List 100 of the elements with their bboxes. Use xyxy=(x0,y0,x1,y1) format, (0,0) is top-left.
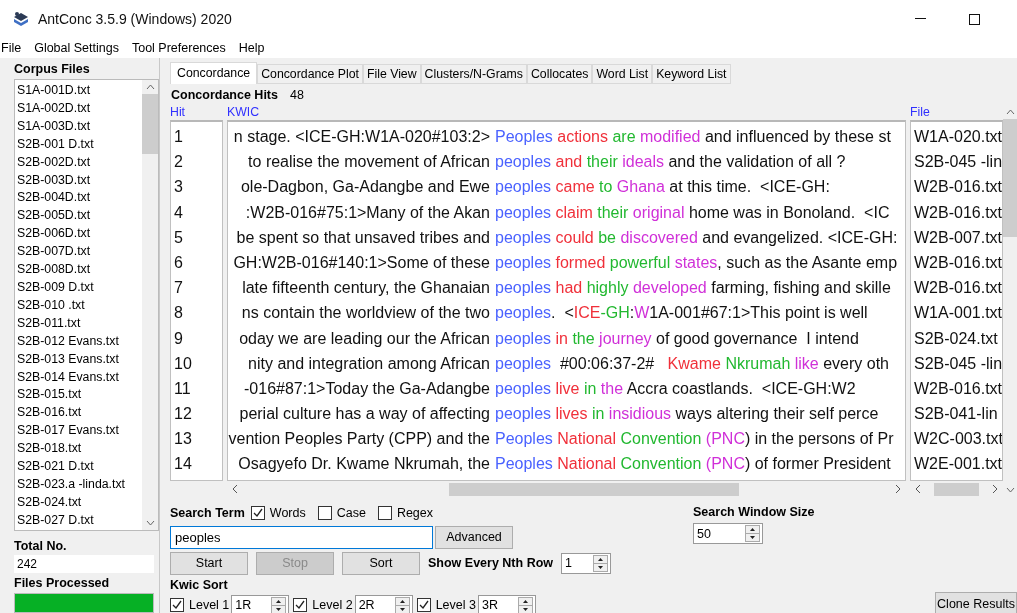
corpus-file-item[interactable]: S2B-018.txt xyxy=(17,440,142,459)
clone-results-button[interactable]: Clone Results xyxy=(935,592,1017,613)
spin-arrows-icon[interactable] xyxy=(394,596,410,613)
checkbox[interactable] xyxy=(377,506,392,520)
caret-left-icon[interactable] xyxy=(231,484,239,494)
checkbox[interactable] xyxy=(416,598,431,612)
corpus-file-item[interactable]: S2B-012 Evans.txt xyxy=(17,332,142,351)
corpus-file-item[interactable]: S2B-016.txt xyxy=(17,404,142,423)
caret-left-icon[interactable] xyxy=(914,484,922,494)
column-header[interactable]: KWIC xyxy=(227,105,906,120)
corpus-file-item[interactable]: S2B-008D.txt xyxy=(17,261,142,279)
context-text: in xyxy=(582,379,597,397)
corpus-file-item[interactable]: S2B-023.a -linda.txt xyxy=(17,475,142,494)
window-size-field[interactable]: 50 xyxy=(693,523,764,544)
scrollbar-thumb[interactable] xyxy=(934,482,979,496)
context-text: insidious xyxy=(607,405,672,423)
tab[interactable]: File View xyxy=(362,64,421,84)
tab[interactable]: Concordance xyxy=(170,62,258,84)
corpus-file-item[interactable]: S2B-024.txt xyxy=(17,493,142,512)
corpus-file-item[interactable]: S2B-009 D.txt xyxy=(17,278,142,297)
menu-item[interactable]: Global Settings xyxy=(34,41,119,55)
scrollbar-thumb[interactable] xyxy=(1003,119,1017,237)
menu-item[interactable]: Help xyxy=(238,41,265,55)
context-text: and influenced by these st xyxy=(703,128,891,145)
corpus-file-item[interactable]: S2B-004D.txt xyxy=(17,189,142,208)
context-text: home was in Bonoland. <IC xyxy=(687,203,890,221)
action-button[interactable]: Sort xyxy=(342,551,420,575)
corpus-file-item[interactable]: S2B-007D.txt xyxy=(17,243,142,262)
corpus-file-item[interactable]: S2B-005D.txt xyxy=(17,207,142,226)
left-context: oday we are leading our the African xyxy=(238,328,490,349)
corpus-file-item[interactable]: S2B-013 Evans.txt xyxy=(17,350,142,369)
context-text: their xyxy=(585,153,618,171)
corpus-file-item[interactable]: S2B-021 D.txt xyxy=(17,458,142,476)
spin-arrows-icon[interactable] xyxy=(271,596,287,613)
column-header[interactable]: Hit xyxy=(170,105,223,120)
advanced-button[interactable]: Advanced xyxy=(435,525,513,549)
corpus-file-item[interactable]: S2B-015.txt xyxy=(17,386,142,405)
context-text: live xyxy=(554,379,580,397)
corpus-file-item[interactable]: S2B-006D.txt xyxy=(17,225,142,244)
context-text: ) of former President xyxy=(744,455,891,473)
context-text: could xyxy=(554,228,594,246)
sort-level-field[interactable]: 3R xyxy=(477,594,536,613)
checkbox[interactable] xyxy=(250,506,265,520)
file-cell-text: S2B-024.txt xyxy=(913,328,999,349)
spin-arrows-icon[interactable] xyxy=(745,525,761,542)
left-context: -016#87:1>Today the Ga-Adangbe xyxy=(243,378,490,399)
spin-arrows-icon[interactable] xyxy=(593,554,609,572)
context-text: claim xyxy=(554,203,593,221)
context-text: lives xyxy=(554,405,588,423)
file-cell-text: S2B-045 -lin xyxy=(913,152,1002,173)
column-header[interactable]: File xyxy=(910,105,1003,120)
checkbox[interactable] xyxy=(170,598,184,612)
context-text: the xyxy=(599,379,624,397)
files-processed-label: Files Processed xyxy=(14,576,111,591)
left-context: vention Peoples Party (CPP) and the xyxy=(228,429,490,450)
sort-level-field[interactable]: 1R xyxy=(231,594,290,613)
corpus-file-item[interactable]: S2B-003D.txt xyxy=(17,171,142,190)
minimize-icon[interactable] xyxy=(914,18,926,20)
nth-row-label: Show Every Nth Row xyxy=(428,556,554,570)
menu-item[interactable]: File xyxy=(1,41,22,55)
menu-item[interactable]: Tool Preferences xyxy=(131,41,226,55)
file-cell-text: W2B-016.txt xyxy=(913,252,1002,273)
tab[interactable]: Collocates xyxy=(527,64,593,84)
file-cell-text: W2B-016.txt xyxy=(913,278,1002,299)
context-text: journey xyxy=(597,329,652,347)
caret-right-icon[interactable] xyxy=(991,484,999,494)
corpus-file-item[interactable]: S2B-027 D.txt xyxy=(17,511,142,530)
tab[interactable]: Keyword List xyxy=(652,64,731,84)
scrollbar[interactable] xyxy=(142,80,158,531)
corpus-file-item[interactable]: S2B-001 D.txt xyxy=(17,135,142,154)
action-button[interactable]: Start xyxy=(170,551,248,575)
context-text: 1A-001#67:1>This point is well xyxy=(649,304,868,322)
left-context: perial culture has a way of affecting xyxy=(238,404,490,425)
tab[interactable]: Clusters/N-Grams xyxy=(420,64,527,84)
scrollbar-thumb[interactable] xyxy=(449,482,739,496)
scrollbar-thumb[interactable] xyxy=(142,94,158,154)
tab[interactable]: Word List xyxy=(592,64,653,84)
tab[interactable]: Concordance Plot xyxy=(257,64,363,84)
corpus-file-item[interactable]: S1A-003D.txt xyxy=(17,117,142,136)
hit-cell-text: 6 xyxy=(173,252,184,273)
corpus-file-item[interactable]: S1A-002D.txt xyxy=(17,99,142,118)
corpus-file-item[interactable]: S2B-002D.txt xyxy=(17,153,142,172)
file-cell-text: W2B-007.txt xyxy=(913,227,1002,248)
corpus-file-item[interactable]: S2B-011.txt xyxy=(17,314,142,333)
window-title: AntConc 3.5.9 (Windows) 2020 xyxy=(38,11,233,27)
hit-cell-text: 1 xyxy=(173,127,184,147)
corpus-file-item[interactable]: S2B-014 Evans.txt xyxy=(17,368,142,387)
corpus-file-item[interactable]: S2B-017 Evans.txt xyxy=(17,422,142,441)
checkbox[interactable] xyxy=(317,506,332,520)
maximize-icon[interactable] xyxy=(968,13,980,25)
context-text: to xyxy=(598,178,613,196)
checkbox[interactable] xyxy=(293,598,308,612)
sort-level-field[interactable]: 2R xyxy=(354,594,413,613)
corpus-file-item[interactable]: S1A-001D.txt xyxy=(17,82,142,100)
file-cell-text: W2E-001.txt xyxy=(913,454,1002,475)
caret-right-icon[interactable] xyxy=(894,484,902,494)
search-field[interactable]: peoples xyxy=(170,525,433,549)
spin-arrows-icon[interactable] xyxy=(517,596,533,613)
nth-row-field[interactable]: 1 xyxy=(561,552,612,574)
corpus-file-item[interactable]: S2B-010 .txt xyxy=(17,296,142,315)
